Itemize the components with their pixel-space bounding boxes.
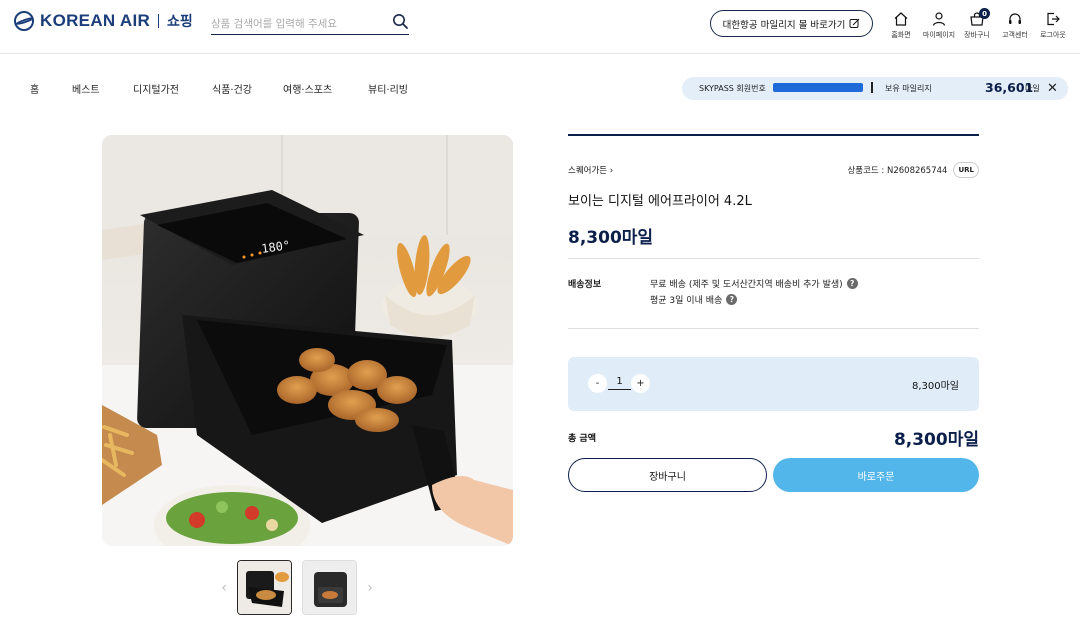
thumbnail-1[interactable]: [237, 560, 292, 615]
product-code: 상품코드 : N2608265744: [847, 166, 948, 176]
chevron-right-icon[interactable]: ›: [362, 580, 378, 596]
skypass-label: SKYPASS 회원번호: [699, 84, 766, 93]
quantity-input[interactable]: 1: [608, 376, 631, 390]
skypass-bar: SKYPASS 회원번호 보유 마일리지 36,601 마일 ✕: [682, 77, 1068, 100]
quantity-box: - 1 + 8,300마일: [568, 357, 979, 411]
taeguk-logo-icon: [14, 11, 34, 31]
product-info: 스퀘어가든 › 상품코드 : N2608265744 URL 보이는 디지털 에…: [568, 134, 979, 492]
nav-travel-sports[interactable]: 여행·스포츠: [283, 81, 368, 96]
total-label: 총 금액: [568, 434, 596, 444]
quantity-decrease-button[interactable]: -: [588, 374, 607, 393]
header-utility-icons: 홈화면 마이페이지 0 장바구니 고객센터 로그아웃: [884, 8, 1074, 40]
product-main-image: 180°: [102, 135, 513, 546]
external-link-icon: [849, 18, 860, 28]
category-nav: 홈 베스트 디지털가전 식품·건강 여행·스포츠 뷰티·리빙: [30, 81, 408, 96]
product-title: 보이는 디지털 에어프라이어 4.2L: [568, 194, 752, 209]
buy-now-button[interactable]: 바로주문: [773, 458, 979, 492]
search-input[interactable]: [211, 14, 381, 34]
shipping-line-1: 무료 배송 (제주 및 도서산간지역 배송비 추가 발생): [650, 280, 843, 290]
nav-home[interactable]: 홈: [30, 81, 72, 96]
logo-text: KOREAN AIR: [40, 11, 151, 30]
search-bar: [211, 12, 409, 35]
url-copy-button[interactable]: URL: [953, 162, 979, 178]
mileage-hold-label: 보유 마일리지: [885, 84, 932, 93]
close-icon[interactable]: ✕: [1047, 81, 1058, 96]
chevron-left-icon[interactable]: ‹: [216, 580, 232, 596]
customer-center-button[interactable]: 고객센터: [998, 11, 1032, 40]
mileage-mall-button[interactable]: 대한항공 마일리지 몰 바로가기: [710, 10, 873, 37]
logout-label: 로그아웃: [1040, 31, 1066, 39]
quantity-increase-button[interactable]: +: [631, 374, 650, 393]
mileage-mall-label: 대한항공 마일리지 몰 바로가기: [722, 19, 846, 31]
skypass-number-masked: [773, 83, 863, 92]
cart-button[interactable]: 0 장바구니: [960, 8, 994, 40]
nav-best[interactable]: 베스트: [72, 81, 133, 96]
home-label: 홈화면: [891, 31, 911, 39]
logout-icon: [1047, 12, 1060, 26]
mypage-label: 마이페이지: [922, 31, 956, 39]
shipping-line-2: 평균 3일 이내 배송: [650, 296, 723, 306]
nav-beauty-living[interactable]: 뷰티·리빙: [368, 81, 408, 96]
help-icon[interactable]: ?: [846, 278, 858, 289]
mypage-button[interactable]: 마이페이지: [922, 11, 956, 40]
korean-air-logo[interactable]: KOREAN AIR 쇼핑: [14, 11, 193, 31]
logout-button[interactable]: 로그아웃: [1036, 11, 1070, 40]
shipping-label: 배송정보: [568, 280, 602, 290]
total-price: 8,300마일: [893, 430, 979, 450]
add-to-cart-button[interactable]: 장바구니: [568, 458, 767, 492]
cart-label: 장바구니: [964, 31, 990, 39]
home-icon: [894, 12, 908, 26]
home-button[interactable]: 홈화면: [884, 11, 918, 40]
cart-count-badge: 0: [979, 8, 990, 19]
nav-food-health[interactable]: 식품·건강: [212, 81, 283, 96]
logo-shop: 쇼핑: [167, 14, 193, 30]
search-icon[interactable]: [392, 13, 408, 29]
product-price: 8,300마일: [568, 228, 654, 248]
thumbnail-strip: ‹ ›: [216, 560, 378, 615]
nav-digital[interactable]: 디지털가전: [133, 81, 212, 96]
user-icon: [932, 12, 946, 26]
brand-link[interactable]: 스퀘어가든 ›: [568, 164, 613, 176]
shipping-info: 배송정보 무료 배송 (제주 및 도서산간지역 배송비 추가 발생)? 평균 3…: [568, 277, 979, 309]
header: KOREAN AIR 쇼핑 대한항공 마일리지 몰 바로가기 홈화면 마이페이지: [0, 0, 1080, 54]
total-row: 총 금액 8,300마일: [568, 425, 979, 450]
headset-icon: [1009, 13, 1021, 24]
line-price: 8,300마일: [911, 381, 959, 392]
thumbnail-2[interactable]: [302, 560, 357, 615]
customer-center-label: 고객센터: [1002, 31, 1028, 39]
help-icon[interactable]: ?: [726, 294, 738, 305]
mileage-unit: 마일: [1025, 84, 1040, 93]
